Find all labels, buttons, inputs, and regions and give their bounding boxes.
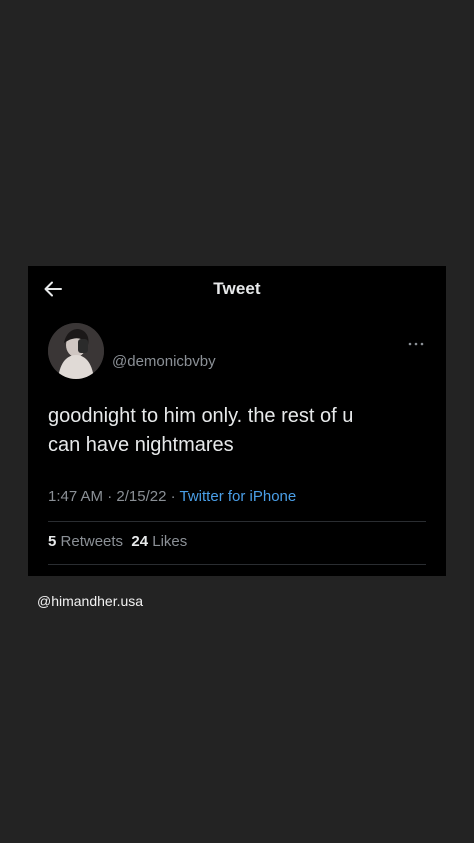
tweet-stats: 5 Retweets 24 Likes	[48, 533, 187, 550]
page-title: Tweet	[213, 279, 261, 298]
tweet-date[interactable]: 2/15/22	[116, 488, 166, 505]
tweet-header: Tweet	[28, 266, 446, 312]
avatar[interactable]	[48, 323, 104, 379]
likes-label: Likes	[152, 533, 188, 550]
meta-separator: ·	[170, 488, 176, 505]
divider	[48, 521, 426, 522]
retweets-count: 5	[48, 533, 57, 550]
tweet-card: Tweet @demonicbvby goodnight to him only…	[28, 266, 446, 576]
tweet-text: goodnight to him only. the rest of u can…	[48, 402, 428, 460]
likes-count: 24	[131, 533, 149, 550]
divider	[48, 564, 426, 565]
tweet-text-line-2: can have nightmares	[48, 434, 234, 456]
tweet-meta: 1:47 AM · 2/15/22 · Twitter for iPhone	[48, 488, 296, 505]
retweets-stat[interactable]: 5 Retweets	[48, 533, 123, 550]
more-dots-icon[interactable]	[408, 334, 424, 346]
likes-stat[interactable]: 24 Likes	[131, 533, 187, 550]
tweet-text-line-1: goodnight to him only. the rest of u	[48, 405, 354, 427]
tweet-time[interactable]: 1:47 AM	[48, 488, 103, 505]
page: Tweet @demonicbvby goodnight to him only…	[0, 0, 474, 843]
meta-separator: ·	[107, 488, 113, 505]
watermark-handle: @himandher.usa	[37, 593, 144, 609]
user-handle[interactable]: @demonicbvby	[112, 353, 216, 370]
retweets-label: Retweets	[60, 533, 124, 550]
tweet-source-link[interactable]: Twitter for iPhone	[180, 488, 297, 505]
